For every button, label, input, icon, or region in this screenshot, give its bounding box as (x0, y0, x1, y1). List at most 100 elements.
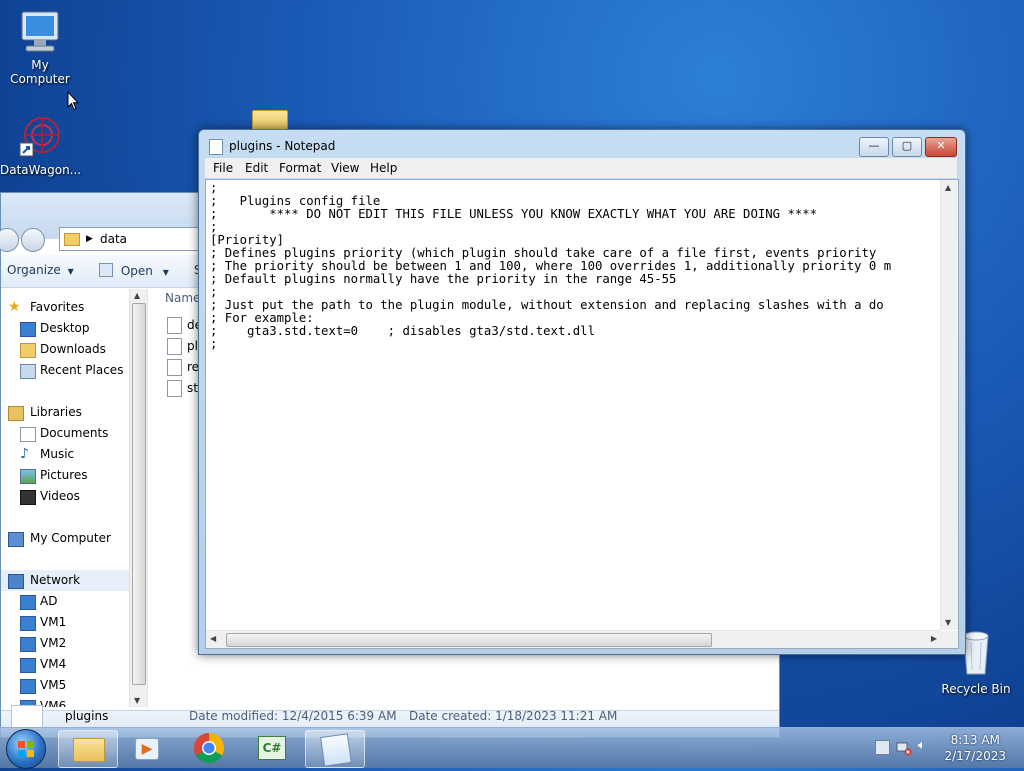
text-editor[interactable]: ; ; Plugins config file ; **** DO NOT ED… (205, 179, 959, 649)
notepad-icon (209, 139, 223, 155)
organize-button[interactable]: Organize ▼ (7, 263, 74, 277)
nav-music[interactable]: ♪ Music (1, 444, 129, 465)
action-center-icon[interactable] (875, 740, 890, 755)
nav-network-vm2[interactable]: VM2 (1, 633, 129, 654)
editor-content[interactable]: ; ; Plugins config file ; **** DO NOT ED… (210, 182, 938, 628)
computer-icon (18, 8, 62, 56)
mouse-cursor-icon (67, 91, 79, 111)
details-date-modified: Date modified: 12/4/2015 6:39 AM (189, 709, 397, 723)
address-bar[interactable]: ▶ data (59, 227, 201, 251)
size-grip[interactable] (941, 631, 958, 648)
desktop-icon (20, 322, 36, 337)
chevron-right-icon: ▶ (86, 234, 93, 244)
maximize-button[interactable]: ▢ (892, 137, 922, 157)
details-file-name: plugins (65, 709, 109, 723)
config-file-icon (167, 338, 182, 355)
nav-desktop[interactable]: Desktop (1, 318, 129, 339)
nav-network-vm5[interactable]: VM5 (1, 675, 129, 696)
folder-icon (64, 233, 80, 246)
computer-icon (8, 532, 24, 547)
nav-documents[interactable]: Documents (1, 423, 129, 444)
clock-date: 2/17/2023 (944, 749, 1006, 763)
pictures-icon (20, 469, 36, 484)
scroll-right-icon[interactable]: ▶ (931, 634, 937, 643)
taskbar-explorer-button[interactable] (58, 730, 118, 768)
clock[interactable]: 8:13 AM 2/17/2023 (944, 732, 1006, 764)
scroll-down-icon[interactable]: ▼ (945, 618, 951, 627)
nav-downloads[interactable]: Downloads (1, 339, 129, 360)
file-list: Name de pl re st (165, 291, 202, 397)
close-button[interactable]: ✕ (925, 137, 957, 157)
desktop-icon-label: DataWagon... (0, 163, 82, 177)
nav-videos[interactable]: Videos (1, 486, 129, 507)
minimize-button[interactable]: — (859, 137, 889, 157)
menu-help[interactable]: Help (370, 161, 397, 175)
menu-file[interactable]: File (213, 161, 233, 175)
navigation-pane-scrollbar[interactable]: ▲ ▼ (129, 289, 147, 707)
maximize-icon: ▢ (901, 139, 913, 152)
horizontal-scroll-thumb[interactable] (226, 633, 712, 647)
config-file-icon (167, 359, 182, 376)
explorer-folder-icon (73, 738, 105, 762)
vertical-scrollbar[interactable]: ▲ ▼ (940, 180, 958, 630)
videos-icon (20, 490, 36, 505)
chrome-icon (193, 733, 225, 764)
nav-favorites[interactable]: ★ Favorites (1, 297, 129, 318)
menu-view[interactable]: View (331, 161, 359, 175)
desktop-icon-datawagon[interactable]: DataWagon... (0, 113, 82, 177)
notepad-window: plugins - Notepad — ▢ ✕ File Edit Format… (198, 129, 966, 655)
scroll-up-icon[interactable]: ▲ (945, 183, 951, 192)
scroll-up-icon[interactable]: ▲ (134, 291, 140, 300)
nav-my-computer[interactable]: My Computer (1, 528, 129, 549)
scroll-down-icon[interactable]: ▼ (134, 696, 140, 705)
desktop-icon-my-computer[interactable]: My Computer (0, 8, 80, 86)
taskbar-csharp-button[interactable]: C# (242, 730, 300, 766)
taskbar: ▶ C# 🔈︎ 8:13 AM 2/17/2023 (0, 727, 1024, 769)
desktop-icon-label: My Computer (10, 58, 70, 86)
libraries-icon (8, 406, 24, 421)
back-button[interactable] (0, 228, 19, 252)
network-computer-icon (20, 679, 36, 694)
start-button[interactable] (6, 729, 46, 769)
media-player-icon: ▶ (135, 738, 159, 760)
address-segment[interactable]: data (100, 228, 127, 250)
menu-bar: File Edit Format View Help (205, 158, 957, 178)
chevron-down-icon: ▼ (67, 267, 74, 276)
network-status-icon[interactable] (896, 740, 912, 756)
taskbar-media-player-button[interactable]: ▶ (118, 730, 176, 766)
windows-logo-icon (18, 741, 34, 757)
config-file-icon (167, 380, 182, 397)
navigation-pane: ★ Favorites Desktop Downloads Recent Pla… (1, 289, 148, 707)
music-icon: ♪ (20, 446, 29, 462)
column-header-name[interactable]: Name (165, 291, 200, 305)
desktop-icon-label: Recycle Bin (941, 682, 1011, 696)
menu-edit[interactable]: Edit (245, 161, 268, 175)
taskbar-chrome-button[interactable] (180, 730, 238, 766)
network-computer-icon (20, 658, 36, 673)
scroll-left-icon[interactable]: ◀ (210, 634, 216, 643)
menu-format[interactable]: Format (279, 161, 321, 175)
window-title: plugins - Notepad (229, 139, 336, 153)
csharp-icon: C# (258, 736, 286, 760)
network-computer-icon (20, 616, 36, 631)
horizontal-scrollbar[interactable]: ◀ ▶ (206, 630, 941, 648)
file-icon (167, 317, 182, 334)
network-icon (8, 574, 24, 589)
nav-pictures[interactable]: Pictures (1, 465, 129, 486)
datawagon-icon (18, 113, 62, 161)
volume-icon[interactable]: 🔈︎ (918, 738, 934, 754)
notepad-taskbar-icon (320, 733, 352, 767)
nav-network-vm1[interactable]: VM1 (1, 612, 129, 633)
nav-network[interactable]: Network (1, 570, 129, 591)
clock-time: 8:13 AM (950, 733, 1000, 747)
minimize-icon: — (868, 139, 880, 152)
open-button[interactable]: Open ▼ (99, 263, 169, 278)
nav-libraries[interactable]: Libraries (1, 402, 129, 423)
nav-network-vm4[interactable]: VM4 (1, 654, 129, 675)
taskbar-notepad-button[interactable] (305, 730, 365, 768)
forward-button[interactable] (21, 228, 45, 252)
nav-recent-places[interactable]: Recent Places (1, 360, 129, 381)
recent-places-icon (20, 364, 36, 379)
nav-network-ad[interactable]: AD (1, 591, 129, 612)
scroll-thumb[interactable] (132, 303, 146, 685)
